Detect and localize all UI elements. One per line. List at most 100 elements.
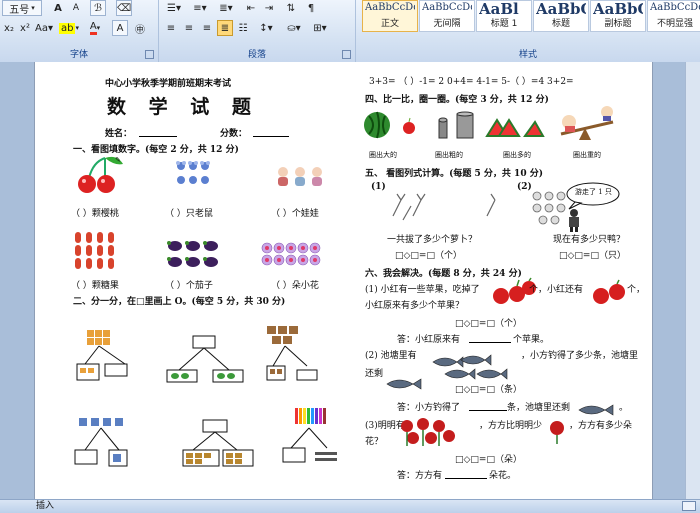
style-name: 不明显强 [656, 19, 693, 29]
p2-formula[interactable]: □◇□=□（条） [455, 382, 522, 395]
carrot-icon: ✎ [115, 156, 121, 164]
shrink-font-button[interactable]: A [68, 0, 84, 16]
style-name: 标题 1 [490, 19, 518, 29]
style-sample: AaBbCcDd [650, 2, 700, 13]
score-blank[interactable] [253, 136, 289, 137]
justify-button[interactable]: ≣ [217, 20, 233, 36]
fish-group-image [432, 354, 508, 380]
sec5-formula-1[interactable]: □◇□=□（个） [395, 248, 462, 261]
p3-formula[interactable]: □◇□=□（朵） [455, 452, 522, 465]
vertical-scrollbar[interactable] [685, 62, 700, 500]
borders-button[interactable]: ⊞▾ [309, 20, 331, 36]
style-tile-5[interactable]: AaBbCcDd 不明显强 [647, 0, 700, 32]
caption-big: 圈出大的 [369, 151, 397, 159]
style-tile-4[interactable]: AaBbC副标题 [590, 0, 646, 32]
distributed-button[interactable]: ☷ [235, 20, 251, 36]
paragraph-group-label: 段落 [247, 50, 266, 60]
subscript-icon: x₂ [4, 22, 14, 34]
name-label: 姓名： [105, 129, 133, 139]
increase-indent-button[interactable]: ⇥ [261, 0, 277, 16]
split-tree-4 [74, 418, 128, 467]
paragraph-group: ☰▾ ≡▾ ≣▾ ⇤ ⇥ ⇅ ¶ ≡ ≡ ≡ ≣ ☷ ↕▾ ⛀▾ ⊞▾ 段落 [159, 0, 356, 62]
sort-icon: ⇅ [286, 2, 296, 14]
show-marks-button[interactable]: ¶ [303, 0, 319, 16]
enclose-char-button[interactable]: ㊥ [132, 20, 148, 36]
char-border-button[interactable]: A [112, 20, 128, 36]
bullets-button[interactable]: ☰▾ [163, 0, 185, 16]
document-page[interactable]: 中心小学秋季学期前班期末考试 数 学 试 题 姓名： 分数： 一、看图填数字。(… [34, 62, 653, 500]
sort-button[interactable]: ⇅ [283, 0, 299, 16]
rose-image [550, 421, 564, 444]
change-case-button[interactable]: Aa▾ [34, 20, 54, 36]
label-eggplants: （ ）个茄子 [165, 281, 213, 291]
p1-answer-b: 个苹果。 [513, 335, 550, 345]
indent-icon: ⇥ [264, 2, 274, 14]
insert-mode-indicator[interactable]: 插入 [36, 500, 54, 513]
font-color-button[interactable]: A ▾ [84, 20, 106, 36]
p2-text-a: (2) 池塘里有 [365, 351, 417, 361]
caption-more: 圈出多的 [503, 151, 531, 159]
sec5-formula-2[interactable]: □◇□=□（只） [559, 248, 626, 261]
p3-answer-blank[interactable] [445, 478, 487, 479]
font-size-value: 五号 [9, 4, 30, 16]
font-size-select[interactable]: 五号 ▾ [2, 0, 42, 16]
paint-bucket-icon: ⛀▾ [287, 22, 301, 34]
font-group-label: 字体 [69, 50, 88, 60]
style-tile-2[interactable]: AaBl 标题 1 [476, 0, 532, 32]
style-tile-1[interactable]: AaBbCcDd 无间隔 [419, 0, 475, 32]
style-name: 正文 [380, 19, 399, 29]
roses-image [401, 418, 455, 446]
decrease-indent-button[interactable]: ⇤ [243, 0, 259, 16]
name-blank[interactable] [139, 136, 177, 137]
view-layout-icon[interactable] [682, 501, 696, 511]
split-tree-1 [76, 330, 128, 381]
section5-heading: 五、 看图列式计算。(每题 5 分，共 10 分) [365, 169, 543, 179]
shading-button[interactable]: ⛀▾ [283, 20, 305, 36]
highlight-button[interactable]: ab ▾ [58, 20, 80, 36]
p2-answer-b: 条，池塘里还剩 [507, 403, 571, 413]
change-case-icon: Aa▾ [35, 22, 53, 34]
multilevel-button[interactable]: ≣▾ [215, 0, 237, 16]
highlighter-icon: ab [59, 22, 76, 34]
p2-answer-a: 答：小方钓得了 [397, 403, 461, 413]
font-dialog-launcher[interactable] [145, 50, 154, 59]
p1-answer-blank[interactable] [469, 342, 511, 343]
split-tree-2 [166, 335, 244, 383]
justify-icon: ≣ [220, 22, 230, 34]
style-name: 标题 [551, 19, 570, 29]
carrots-image [392, 193, 496, 221]
grow-font-button[interactable]: A [50, 0, 66, 16]
style-tile-3[interactable]: AaBbC标题 [533, 0, 589, 32]
split-tree-5 [182, 419, 254, 467]
multilevel-list-icon: ≣▾ [219, 2, 233, 14]
p1-answer-a: 答：小红原来有 [397, 335, 461, 345]
superscript-button[interactable]: x² [18, 20, 32, 36]
cherries-image [78, 156, 123, 193]
numbering-button[interactable]: ≡▾ [189, 0, 211, 16]
p3-text-c: ，方方有多少朵 [569, 421, 633, 431]
clear-format-button[interactable]: ⌫ [116, 0, 132, 16]
p1-formula[interactable]: □◇□=□（个） [455, 316, 522, 329]
align-center-icon: ≡ [184, 22, 194, 34]
label-mice: （ ）只老鼠 [165, 209, 213, 219]
pilcrow-icon: ¶ [307, 2, 315, 14]
bullet-list-icon: ☰▾ [167, 2, 181, 14]
paragraph-dialog-launcher[interactable] [342, 50, 351, 59]
line-spacing-button[interactable]: ↕▾ [255, 20, 277, 36]
subscript-button[interactable]: x₂ [2, 20, 16, 36]
p1-question: 小红原来有多少个苹果？ [365, 301, 465, 311]
p2-text-c: 还剩 [365, 369, 384, 379]
font-icon-button[interactable]: ℬ [90, 0, 106, 16]
align-right-button[interactable]: ≡ [199, 20, 215, 36]
dolls-image [278, 167, 322, 186]
align-left-icon: ≡ [166, 22, 176, 34]
superscript-icon: x² [20, 22, 30, 34]
caption-thick: 圈出粗的 [435, 151, 463, 159]
p2-answer-blank-1[interactable] [469, 410, 507, 411]
align-left-button[interactable]: ≡ [163, 20, 179, 36]
p2-answer-c: 。 [619, 403, 629, 413]
enclosed-char-icon: ㊥ [135, 24, 145, 36]
align-center-button[interactable]: ≡ [181, 20, 197, 36]
line-spacing-icon: ↕▾ [259, 22, 273, 34]
style-tile-0[interactable]: AaBbCcDd 正文 [362, 0, 418, 32]
